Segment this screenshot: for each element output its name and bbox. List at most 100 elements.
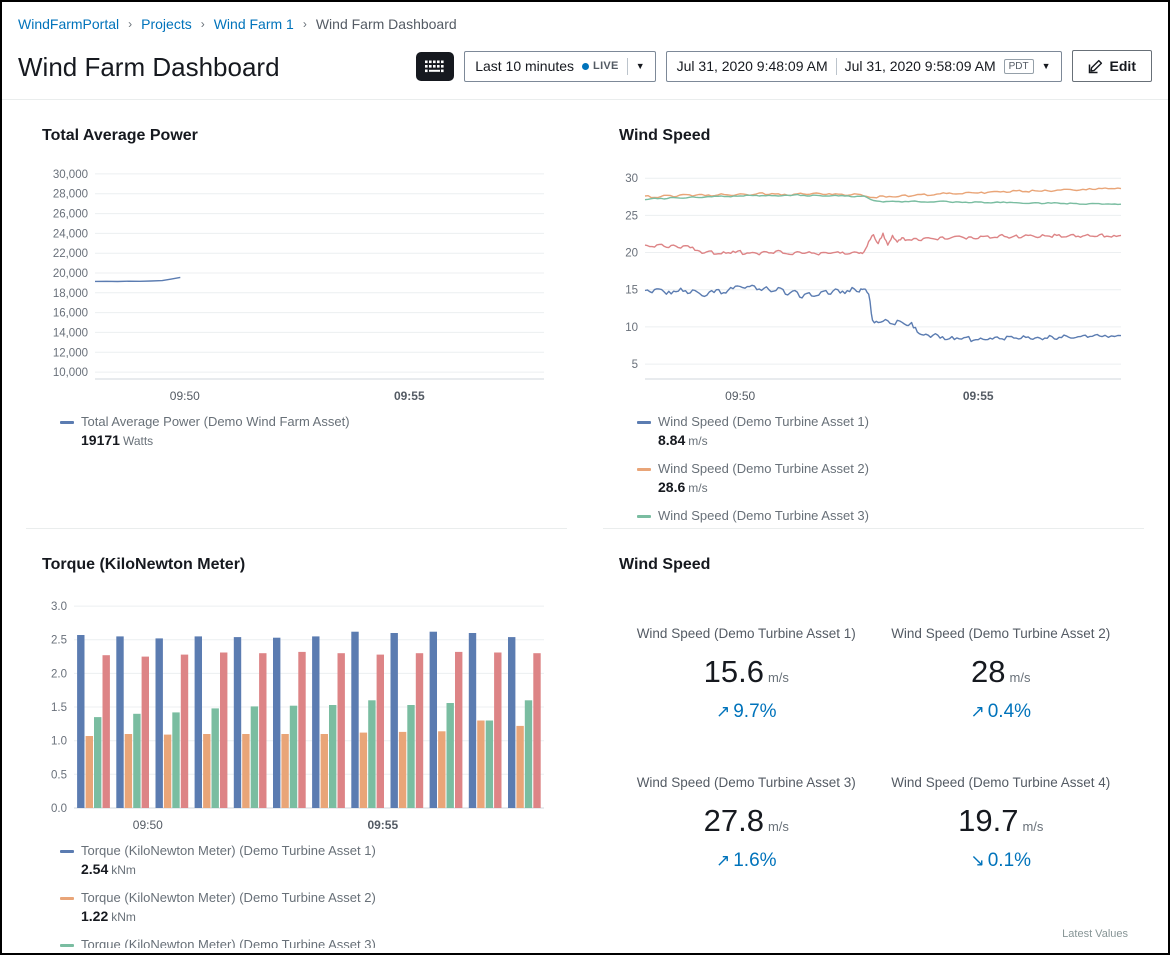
chart-legend: Torque (KiloNewton Meter) (Demo Turbine … xyxy=(42,842,551,948)
breadcrumb-item-wind-farm-1[interactable]: Wind Farm 1 xyxy=(214,16,294,32)
kpi-label: Wind Speed (Demo Turbine Asset 3) xyxy=(619,775,874,790)
timezone-badge: PDT xyxy=(1004,59,1034,74)
kpi-asset-1: Wind Speed (Demo Turbine Asset 1) 15.6m/s… xyxy=(619,626,874,723)
legend-latest-value: 2.54kNm xyxy=(81,860,551,880)
legend-latest-value: 8.84m/s xyxy=(658,431,1128,451)
svg-text:30: 30 xyxy=(625,173,638,185)
svg-text:14,000: 14,000 xyxy=(53,327,88,339)
svg-text:09:50: 09:50 xyxy=(133,818,163,832)
trend-up-arrow-icon: ↗ xyxy=(716,702,730,721)
legend-item-torque-kilonewton-meter-demo-turbine-asset-1: Torque (KiloNewton Meter) (Demo Turbine … xyxy=(60,842,551,880)
wind_speed-chart-svg: 3025201510509:5009:55 xyxy=(619,157,1129,409)
kpi-unit: m/s xyxy=(1010,670,1031,685)
svg-text:0.0: 0.0 xyxy=(51,803,67,815)
chart-legend: Total Average Power (Demo Wind Farm Asse… xyxy=(42,413,551,451)
svg-text:2.0: 2.0 xyxy=(51,668,67,680)
legend-color-dash-icon xyxy=(637,515,651,518)
legend-color-dash-icon xyxy=(60,850,74,853)
breadcrumb-item-windfarmportal[interactable]: WindFarmPortal xyxy=(18,16,119,32)
svg-text:5: 5 xyxy=(632,359,638,371)
legend-unit: m/s xyxy=(688,481,707,495)
latest-values-label: Latest Values xyxy=(1062,928,1128,940)
breadcrumb-separator-icon: › xyxy=(201,17,205,31)
legend-item-wind-speed-demo-turbine-asset-3: Wind Speed (Demo Turbine Asset 3) xyxy=(637,507,1128,525)
edit-button[interactable]: Edit xyxy=(1072,50,1152,82)
legend-label: Wind Speed (Demo Turbine Asset 2) xyxy=(658,460,869,478)
total-average-power-line-chart[interactable]: 30,00028,00026,00024,00022,00020,00018,0… xyxy=(42,157,551,409)
legend-label: Torque (KiloNewton Meter) (Demo Turbine … xyxy=(81,842,376,860)
live-dot-icon xyxy=(582,63,589,70)
legend-unit: m/s xyxy=(688,434,707,448)
live-label: LIVE xyxy=(593,60,619,72)
series-total-average-power-demo-wind-farm-asset xyxy=(95,277,180,281)
panel-wind-speed-kpi: Wind Speed Wind Speed (Demo Turbine Asse… xyxy=(603,542,1144,948)
svg-text:24,000: 24,000 xyxy=(53,228,88,240)
start-date-value: Jul 31, 2020 9:48:09 AM xyxy=(677,58,828,74)
kpi-value: 28m/s xyxy=(874,654,1129,690)
wind-speed-line-chart[interactable]: 3025201510509:5009:55 xyxy=(619,157,1128,409)
svg-text:16,000: 16,000 xyxy=(53,308,88,320)
legend-item-torque-kilonewton-meter-demo-turbine-asset-3: Torque (KiloNewton Meter) (Demo Turbine … xyxy=(60,936,551,948)
legend-unit: kNm xyxy=(111,910,136,924)
kpi-label: Wind Speed (Demo Turbine Asset 4) xyxy=(874,775,1129,790)
kpi-trend-up: ↗9.7% xyxy=(619,701,874,723)
legend-latest-value: 1.22kNm xyxy=(81,907,551,927)
legend-item-wind-speed-demo-turbine-asset-1: Wind Speed (Demo Turbine Asset 1)8.84m/s xyxy=(637,413,1128,451)
date-range-picker[interactable]: Jul 31, 2020 9:48:09 AM Jul 31, 2020 9:5… xyxy=(666,51,1062,82)
kpi-trend-down: ↘0.1% xyxy=(874,850,1129,872)
svg-text:1.0: 1.0 xyxy=(51,736,67,748)
page-title: Wind Farm Dashboard xyxy=(18,52,280,83)
kpi-unit: m/s xyxy=(768,819,789,834)
kpi-value: 15.6m/s xyxy=(619,654,874,690)
kpi-value: 27.8m/s xyxy=(619,803,874,839)
time-range-select[interactable]: Last 10 minutes LIVE ▼ xyxy=(464,51,655,82)
breadcrumb: WindFarmPortal›Projects›Wind Farm 1›Wind… xyxy=(2,2,1168,40)
kpi-unit: m/s xyxy=(1022,819,1043,834)
wind-farm-dashboard-page: WindFarmPortal›Projects›Wind Farm 1›Wind… xyxy=(0,0,1170,955)
trend-up-arrow-icon: ↗ xyxy=(970,702,984,721)
panel-title: Torque (KiloNewton Meter) xyxy=(42,556,551,574)
svg-text:0.5: 0.5 xyxy=(51,769,67,781)
kpi-label: Wind Speed (Demo Turbine Asset 1) xyxy=(619,626,874,641)
legend-item-wind-speed-demo-turbine-asset-2: Wind Speed (Demo Turbine Asset 2)28.6m/s xyxy=(637,460,1128,498)
legend-latest-value: 19171Watts xyxy=(81,431,551,451)
svg-text:12,000: 12,000 xyxy=(53,347,88,359)
torque-bar-chart[interactable]: 3.02.52.01.51.00.50.009:5009:55 xyxy=(42,586,551,838)
chevron-down-icon: ▼ xyxy=(1042,62,1051,71)
keyboard-shortcuts-button[interactable] xyxy=(416,52,454,81)
panel-wind-speed-chart: Wind Speed 3025201510509:5009:55 Wind Sp… xyxy=(603,113,1144,529)
legend-label: Torque (KiloNewton Meter) (Demo Turbine … xyxy=(81,889,376,907)
kpi-value: 19.7m/s xyxy=(874,803,1129,839)
legend-label: Wind Speed (Demo Turbine Asset 1) xyxy=(658,413,869,431)
legend-color-dash-icon xyxy=(60,421,74,424)
legend-unit: Watts xyxy=(123,434,153,448)
divider xyxy=(627,58,628,75)
legend-label: Wind Speed (Demo Turbine Asset 3) xyxy=(658,507,869,525)
svg-text:09:55: 09:55 xyxy=(394,389,425,403)
breadcrumb-item-projects[interactable]: Projects xyxy=(141,16,192,32)
chevron-down-icon: ▼ xyxy=(636,62,645,71)
svg-text:22,000: 22,000 xyxy=(53,248,88,260)
breadcrumb-separator-icon: › xyxy=(128,17,132,31)
edit-icon xyxy=(1088,59,1103,74)
legend-color-dash-icon xyxy=(60,897,74,900)
trend-up-arrow-icon: ↗ xyxy=(716,851,730,870)
kpi-asset-4: Wind Speed (Demo Turbine Asset 4) 19.7m/s… xyxy=(874,775,1129,872)
panel-title: Wind Speed xyxy=(619,556,1128,574)
svg-text:09:55: 09:55 xyxy=(963,389,994,403)
kpi-unit: m/s xyxy=(768,670,789,685)
legend-unit: kNm xyxy=(111,863,136,877)
panel-title: Total Average Power xyxy=(42,127,551,145)
dashboard-grid: Total Average Power 30,00028,00026,00024… xyxy=(2,113,1168,948)
svg-text:3.0: 3.0 xyxy=(51,601,67,613)
svg-text:15: 15 xyxy=(625,285,638,297)
svg-text:09:55: 09:55 xyxy=(367,818,398,832)
power-chart-svg: 30,00028,00026,00024,00022,00020,00018,0… xyxy=(42,157,552,409)
keyboard-icon xyxy=(424,59,446,74)
torque-chart-svg: 3.02.52.01.51.00.50.009:5009:55 xyxy=(42,586,552,838)
legend-label: Torque (KiloNewton Meter) (Demo Turbine … xyxy=(81,936,376,948)
svg-text:26,000: 26,000 xyxy=(53,209,88,221)
svg-text:18,000: 18,000 xyxy=(53,288,88,300)
series-wind-speed-demo-turbine-asset-1 xyxy=(645,285,1121,341)
svg-text:20: 20 xyxy=(625,248,638,260)
